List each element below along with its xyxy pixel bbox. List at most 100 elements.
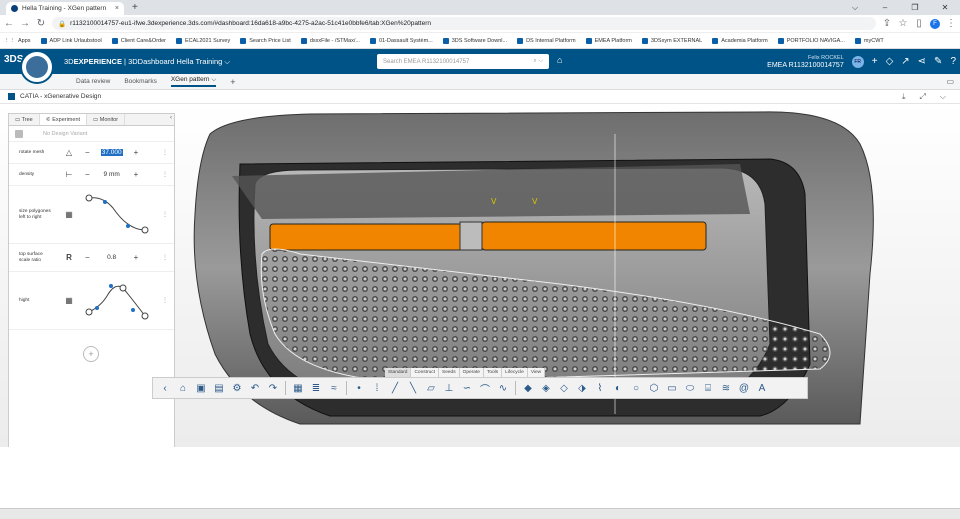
param-menu-icon[interactable]: ⋮ [162, 254, 168, 261]
dashboard-search-input[interactable]: Search EMEA R1132100014757 ⌕ ⌵ [377, 54, 549, 69]
extrude-icon[interactable]: ⬗ [574, 380, 590, 396]
back-icon[interactable]: ← [4, 18, 14, 29]
point-grid-icon[interactable]: ⁞ [369, 380, 385, 396]
bookmark-star-icon[interactable]: ☆ [898, 18, 908, 29]
tag-icon[interactable]: ⌂ [557, 55, 562, 65]
param-value[interactable]: 9 mm [90, 171, 134, 178]
share-icon[interactable]: ⇪ [882, 18, 892, 29]
increment-button[interactable]: + [134, 253, 139, 262]
sweep-icon[interactable]: ◆ [520, 380, 536, 396]
maximize-icon[interactable]: ⤢ [920, 92, 926, 102]
line-icon[interactable]: ╱ [387, 380, 403, 396]
polyline-icon[interactable]: ╲ [405, 380, 421, 396]
rectangle-icon[interactable]: ▭ [664, 380, 680, 396]
settings-icon[interactable]: ⚙ [229, 380, 245, 396]
transform-icon[interactable]: ◈ [538, 380, 554, 396]
spiral-icon[interactable]: @ [736, 380, 752, 396]
grid-icon[interactable]: ▦ [290, 380, 306, 396]
add-icon[interactable]: + [872, 56, 878, 67]
tab-tree[interactable]: ▭ Tree [9, 114, 40, 125]
text-icon[interactable]: A [754, 380, 770, 396]
tab-monitor[interactable]: ▭ Monitor [87, 114, 126, 125]
curve-editor[interactable] [83, 276, 163, 326]
layers-icon[interactable]: ≣ [308, 380, 324, 396]
cmd-tab-construct[interactable]: Construct [411, 368, 439, 377]
bookmark-item[interactable]: Academia Platform [712, 37, 768, 44]
tab-xgen-pattern[interactable]: XGen pattern ⌵ [170, 76, 217, 87]
param-menu-icon[interactable]: ⋮ [162, 297, 168, 304]
bookmark-item[interactable]: ECAL2021 Survey [175, 37, 230, 44]
redo-icon[interactable]: ↷ [265, 380, 281, 396]
axis-icon[interactable]: ⊥ [441, 380, 457, 396]
bookmark-item[interactable]: 3DS Software Downl... [442, 37, 507, 44]
url-field[interactable]: 🔒 r1132100014757-eu1-ifwe.3dexperience.3… [52, 17, 876, 30]
bookmark-item[interactable]: EMEA Platform [585, 37, 632, 44]
save-icon[interactable]: ▣ [193, 380, 209, 396]
user-avatar[interactable]: FR [851, 55, 864, 68]
bookmark-item[interactable]: Client Care&Order [111, 37, 166, 44]
feather-icon[interactable]: ⌇ [592, 380, 608, 396]
cmd-tab-lifecycle[interactable]: Lifecycle [502, 368, 528, 377]
collapse-panel-icon[interactable]: ‹ [170, 115, 172, 121]
tab-bookmarks[interactable]: Bookmarks [124, 78, 157, 85]
compass-button[interactable] [20, 49, 54, 84]
hexagon-icon[interactable]: ⬡ [646, 380, 662, 396]
camera-icon[interactable] [15, 129, 23, 138]
bookmark-item[interactable]: DS Internal Platform [517, 37, 576, 44]
bookmark-item[interactable]: dsxxFile - /STMax/... [300, 37, 360, 44]
share-icon[interactable]: ↗ [901, 56, 909, 67]
bookmark-item[interactable]: 01-Dassault Systèm... [369, 37, 433, 44]
bookmark-item[interactable]: PORTFOLIO NAVIGA... [777, 37, 845, 44]
close-window-button[interactable]: ✕ [930, 0, 960, 15]
cmd-tab-seeds[interactable]: Seeds [439, 368, 460, 377]
increment-button[interactable]: + [134, 148, 139, 157]
home-icon[interactable]: ⌂ [175, 380, 191, 396]
curve-editor[interactable] [83, 190, 163, 240]
tab-experiment[interactable]: ⚟ Experiment [39, 114, 88, 125]
param-value[interactable]: 0.8 [90, 254, 134, 261]
offset-icon[interactable]: ◇ [556, 380, 572, 396]
sidebar-icon[interactable]: ▯ [914, 18, 924, 29]
tab-data-review[interactable]: Data review [76, 78, 110, 85]
bookmark-item[interactable]: 3DSxym EXTERNAL [641, 37, 702, 44]
circle-icon[interactable]: ○ [628, 380, 644, 396]
notifications-icon[interactable]: ◇ [886, 56, 894, 67]
point-icon[interactable]: • [351, 380, 367, 396]
menu-dots-icon[interactable]: ⋮ [946, 18, 956, 29]
undo-icon[interactable]: ↶ [247, 380, 263, 396]
profile-avatar[interactable]: F [930, 18, 940, 29]
new-tab-button[interactable]: + [132, 2, 138, 13]
import-icon[interactable]: ▤ [211, 380, 227, 396]
collapse-actionbar-icon[interactable]: ‹ [157, 380, 173, 396]
cmd-tab-standard[interactable]: Standard [385, 368, 412, 377]
minimize-button[interactable]: – [870, 0, 900, 15]
bookmark-item[interactable]: myCWT [854, 37, 884, 44]
param-menu-icon[interactable]: ⋮ [162, 211, 168, 218]
help-icon[interactable]: ? [950, 56, 956, 67]
restore-button[interactable]: ❐ [900, 0, 930, 15]
add-tab-icon[interactable]: + [230, 77, 235, 87]
browser-tab[interactable]: Hella Training - XGen pattern × [6, 2, 124, 15]
bookmark-item[interactable]: ADP Link Urlaubstool [40, 37, 102, 44]
tools-icon[interactable]: ✎ [934, 56, 942, 67]
signal-icon[interactable]: ≈ [326, 380, 342, 396]
bookmark-item[interactable]: Search Price List [240, 37, 291, 44]
forward-icon[interactable]: → [20, 18, 30, 29]
cylinder-icon[interactable]: ⌸ [700, 380, 716, 396]
param-menu-icon[interactable]: ⋮ [162, 171, 168, 178]
search-icon[interactable]: ⌕ ⌵ [533, 58, 543, 65]
cmd-tab-view[interactable]: View [527, 368, 546, 377]
collapse-icon[interactable]: ⌵ [940, 92, 946, 102]
tab-close-icon[interactable]: × [115, 5, 119, 12]
add-parameter-button[interactable]: + [83, 346, 99, 362]
chat-icon[interactable]: ▭ [946, 77, 954, 86]
plane-icon[interactable]: ▱ [423, 380, 439, 396]
curve-icon[interactable]: ⌒ [477, 380, 493, 396]
cmd-tab-operate[interactable]: Operate [459, 368, 484, 377]
increment-button[interactable]: + [134, 170, 139, 179]
bookmark-item[interactable]: ⋮⋮ Apps [4, 38, 31, 44]
cmd-tab-tools[interactable]: Tools [483, 368, 503, 377]
param-value[interactable]: 37.000 [90, 149, 134, 156]
spline-icon[interactable]: ∽ [459, 380, 475, 396]
pin-icon[interactable]: ⤓ [902, 92, 906, 102]
